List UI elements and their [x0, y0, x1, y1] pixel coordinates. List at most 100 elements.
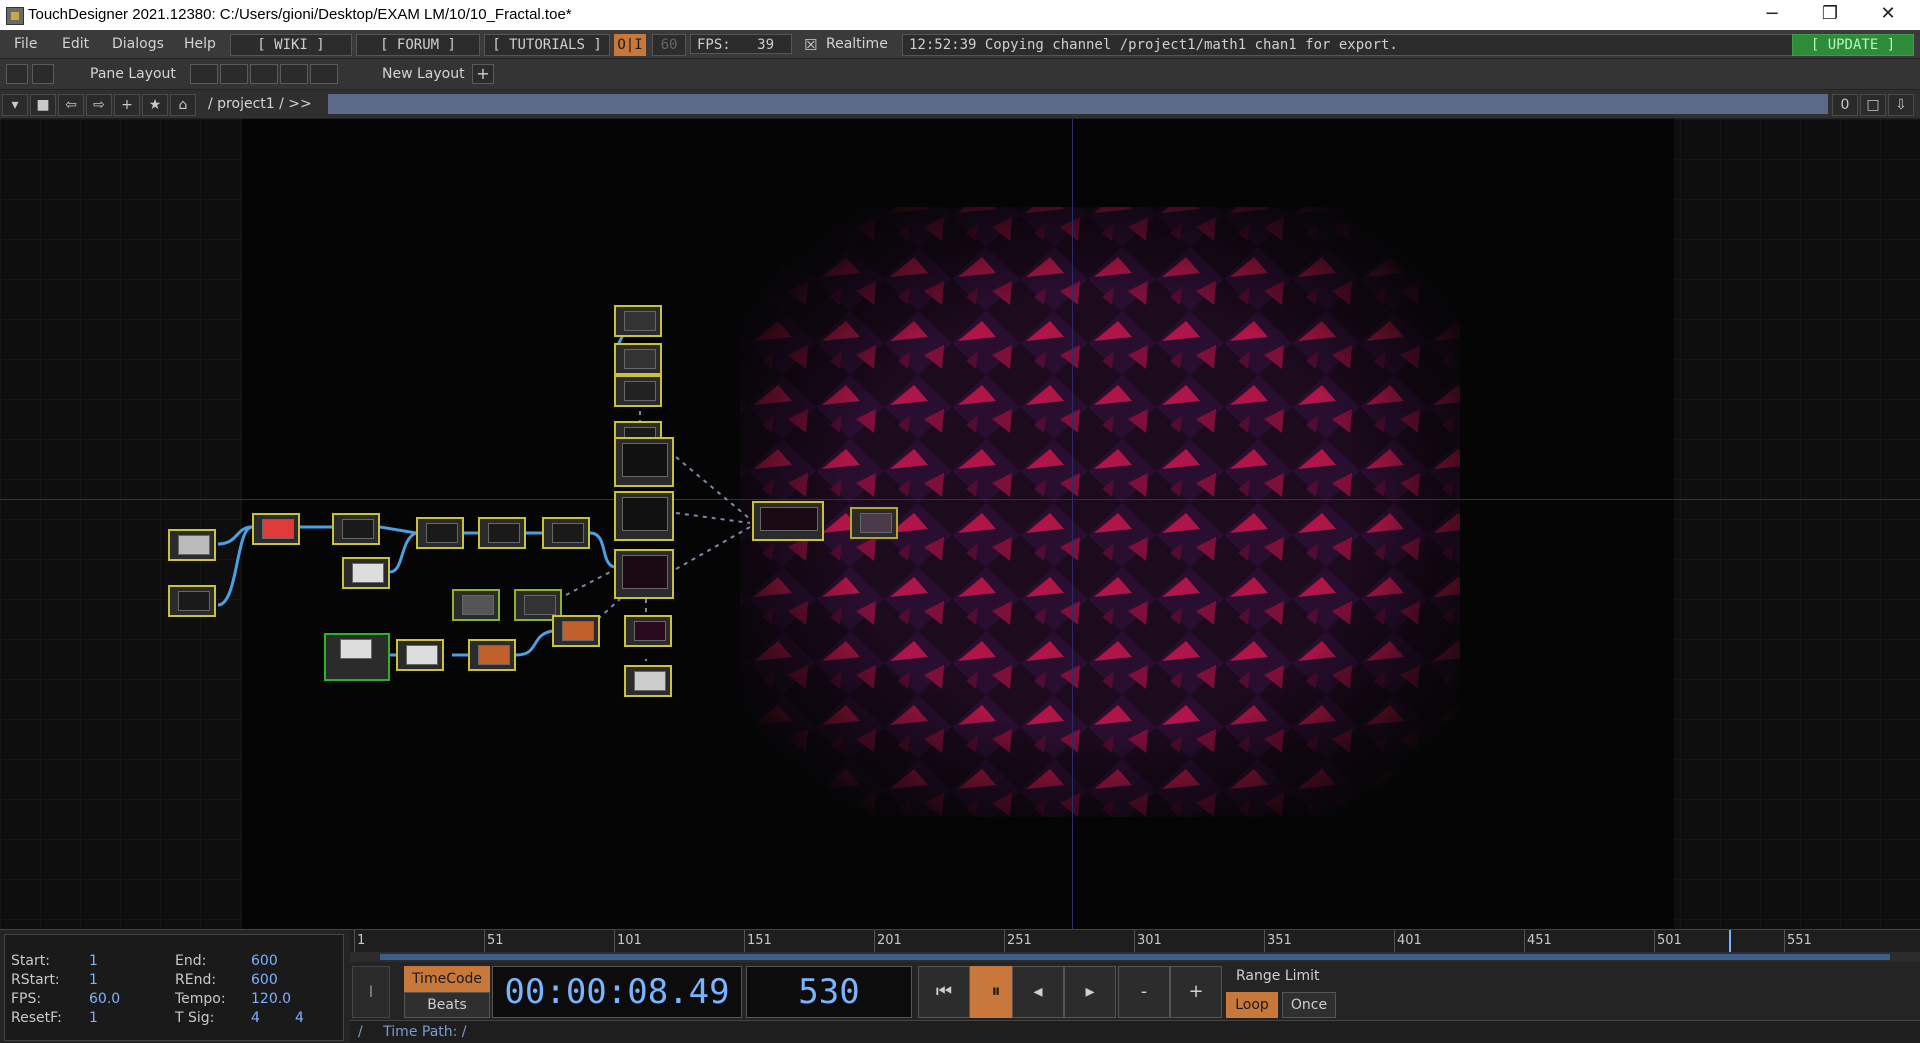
node-sopto[interactable]: [252, 513, 300, 545]
node-transform2[interactable]: [478, 517, 526, 549]
update-button[interactable]: [ UPDATE ]: [1792, 34, 1914, 56]
realtime-checkbox[interactable]: ☒: [804, 36, 817, 54]
node-noise[interactable]: [168, 529, 216, 561]
node-merge-top[interactable]: [614, 343, 662, 375]
step-forward-icon[interactable]: ▸: [1064, 966, 1116, 1018]
add-icon[interactable]: +: [114, 94, 140, 116]
node-transform1[interactable]: [416, 517, 464, 549]
new-layout-label[interactable]: New Layout: [382, 66, 465, 82]
node-thumbnail: [262, 519, 294, 539]
step-back-icon[interactable]: ◂: [1012, 966, 1064, 1018]
timeline-ruler[interactable]: 1 51 101 151 201 251 301 351 401 451 501 551: [350, 930, 1920, 953]
tsig-numerator[interactable]: 4: [251, 1010, 260, 1026]
timeline-scrollbar[interactable]: [350, 952, 1920, 962]
node-circle[interactable]: [614, 375, 662, 407]
pane-layout-single[interactable]: [190, 64, 218, 84]
ruler-tick-label: 101: [617, 933, 642, 948]
node-selected-box[interactable]: [324, 633, 390, 681]
star-icon[interactable]: ★: [142, 94, 168, 116]
wiki-button[interactable]: [ WIKI ]: [230, 34, 352, 56]
ruler-tick-line: [1394, 930, 1395, 952]
node-thumbnail: [342, 519, 374, 539]
stop-icon[interactable]: ■: [30, 94, 56, 116]
increment-button[interactable]: +: [1170, 966, 1222, 1018]
layout-ship-icon[interactable]: [32, 64, 54, 84]
menu-file[interactable]: File: [14, 36, 37, 52]
node-out[interactable]: [850, 507, 898, 539]
end-value[interactable]: 600: [251, 953, 278, 969]
download-icon[interactable]: ⇩: [1888, 94, 1914, 116]
minimize-button[interactable]: −: [1744, 0, 1800, 30]
tempo-value[interactable]: 120.0: [251, 991, 291, 1007]
time-path-label: Time Path: /: [383, 1024, 467, 1040]
node-ramp[interactable]: [468, 639, 516, 671]
forward-arrow-icon[interactable]: ⇨: [86, 94, 112, 116]
layout-image-icon[interactable]: [6, 64, 28, 84]
rstart-value[interactable]: 1: [89, 972, 98, 988]
playhead[interactable]: [1729, 930, 1732, 952]
decrement-button[interactable]: -: [1118, 966, 1170, 1018]
beats-mode-button[interactable]: Beats: [404, 992, 490, 1018]
node-geo2[interactable]: [614, 549, 674, 599]
node-ramp2[interactable]: [552, 615, 600, 647]
node-transform-b[interactable]: [396, 639, 444, 671]
timecode-mode-button[interactable]: TimeCode: [404, 966, 490, 992]
node-box2[interactable]: [342, 557, 390, 589]
node-attributecreate[interactable]: [332, 513, 380, 545]
pane-layout-split-vertical[interactable]: [220, 64, 248, 84]
node-box[interactable]: [168, 585, 216, 617]
tsig-denominator[interactable]: 4: [295, 1010, 304, 1026]
fps-value[interactable]: 60.0: [89, 991, 120, 1007]
node-thumbnail: [552, 523, 584, 543]
home-icon[interactable]: ⌂: [170, 94, 196, 116]
forum-button[interactable]: [ FORUM ]: [356, 34, 480, 56]
rstart-label: RStart:: [11, 972, 60, 988]
node-lfo[interactable]: [452, 589, 500, 621]
timecode-display[interactable]: 00:00:08.49: [492, 966, 742, 1018]
network-editor[interactable]: [0, 119, 1920, 929]
network-path[interactable]: / project1 / >>: [208, 96, 312, 112]
rewind-icon[interactable]: ⏮: [918, 966, 970, 1018]
loop-button[interactable]: Loop: [1226, 992, 1278, 1018]
timeline-handle-icon[interactable]: I: [352, 966, 390, 1018]
pane-layout-three[interactable]: [280, 64, 308, 84]
resetf-label: ResetF:: [11, 1010, 62, 1026]
tutorials-button[interactable]: [ TUTORIALS ]: [484, 34, 610, 56]
add-layout-button[interactable]: +: [472, 64, 494, 84]
node-level[interactable]: [624, 615, 672, 647]
menu-edit[interactable]: Edit: [62, 36, 89, 52]
start-value[interactable]: 1: [89, 953, 98, 969]
menu-dialogs[interactable]: Dialogs: [112, 36, 164, 52]
menu-help[interactable]: Help: [184, 36, 216, 52]
oi-toggle[interactable]: O|I: [614, 34, 646, 56]
back-arrow-icon[interactable]: ⇦: [58, 94, 84, 116]
once-button[interactable]: Once: [1282, 992, 1336, 1018]
resetf-value[interactable]: 1: [89, 1010, 98, 1026]
fps-target: 60: [652, 34, 686, 56]
time-path-root[interactable]: /: [358, 1024, 363, 1040]
node-thumbnail: [462, 595, 494, 615]
range-limit-label: Range Limit: [1236, 968, 1320, 984]
pane-layout-split-horizontal[interactable]: [250, 64, 278, 84]
ruler-tick-label: 301: [1137, 933, 1162, 948]
timeline-scroll-thumb[interactable]: [380, 954, 1890, 960]
node-checker[interactable]: [624, 665, 672, 697]
node-render[interactable]: [752, 501, 824, 541]
node-thumbnail: [340, 639, 372, 659]
node-transform3[interactable]: [542, 517, 590, 549]
chevron-down-icon[interactable]: ▾: [2, 94, 28, 116]
rend-value[interactable]: 600: [251, 972, 278, 988]
node-camera[interactable]: [614, 491, 674, 541]
ruler-tick-label: 451: [1527, 933, 1552, 948]
node-thumbnail: [524, 595, 556, 615]
window-pane-icon[interactable]: □: [1860, 94, 1886, 116]
fps-label: FPS:: [697, 37, 731, 53]
node-geo1[interactable]: [614, 437, 674, 487]
restore-button[interactable]: ❐: [1802, 0, 1858, 30]
pane-layout-four[interactable]: [310, 64, 338, 84]
close-button[interactable]: ✕: [1860, 0, 1916, 30]
frame-display[interactable]: 530: [746, 966, 912, 1018]
ruler-tick-label: 201: [877, 933, 902, 948]
node-sphere[interactable]: [614, 305, 662, 337]
node-thumbnail: [860, 513, 892, 533]
